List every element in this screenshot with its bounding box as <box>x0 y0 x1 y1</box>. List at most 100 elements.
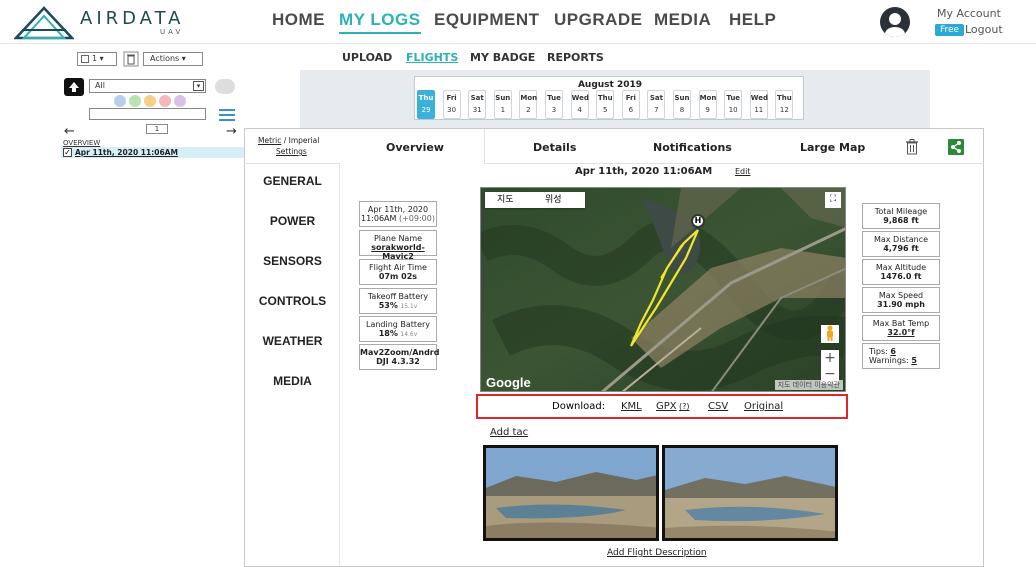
search-input[interactable] <box>89 108 206 120</box>
airdata-logo-icon[interactable] <box>14 6 74 40</box>
menu-general[interactable]: GENERAL <box>245 174 340 188</box>
actions-dropdown[interactable]: Actions ▾ <box>143 52 203 66</box>
filter-value: All <box>95 81 105 90</box>
flight-item-label: Apr 11th, 2020 11:06AM <box>75 148 178 157</box>
home-marker-icon[interactable]: H <box>691 214 705 228</box>
subnav-reports[interactable]: REPORTS <box>547 51 604 64</box>
calendar-day[interactable]: Sun 8 <box>673 90 691 119</box>
max-distance-label: Max Distance <box>873 235 929 244</box>
subnav-my-badge[interactable]: MY BADGE <box>470 51 535 64</box>
color-filter-dot[interactable] <box>129 95 141 107</box>
units-toggle[interactable]: Metric / Imperial <box>258 136 319 145</box>
overview-link[interactable]: OVERVIEW <box>63 139 100 147</box>
calendar-day-name: Sat <box>649 94 663 102</box>
trash-icon[interactable] <box>123 51 139 67</box>
calendar-day-name: Mon <box>520 94 538 102</box>
add-flight-description-link[interactable]: Add Flight Description <box>607 548 707 558</box>
map-attribution[interactable]: 지도 데이터 이용약관 <box>774 380 843 390</box>
download-csv-link[interactable]: CSV <box>708 401 728 412</box>
calendar-day[interactable]: Sat 7 <box>647 90 666 119</box>
calendar-day[interactable]: Thu 5 <box>596 90 615 119</box>
prev-arrow-icon[interactable]: ← <box>64 124 75 139</box>
calendar-day-number: 12 <box>779 106 789 114</box>
chevron-down-icon: ▾ <box>193 81 204 91</box>
color-filter-dot[interactable] <box>174 95 186 107</box>
calendar-day[interactable]: Tue 3 <box>545 90 563 119</box>
nav-media[interactable]: MEDIA <box>654 10 711 30</box>
my-account-link[interactable]: My Account <box>937 7 1001 20</box>
calendar-day[interactable]: Thu 29 <box>417 90 435 119</box>
logout-link[interactable]: Logout <box>965 23 1003 36</box>
calendar-day[interactable]: Mon 2 <box>519 90 538 119</box>
nav-home[interactable]: HOME <box>272 10 325 30</box>
edit-link[interactable]: Edit <box>735 167 751 176</box>
map-type-toggle[interactable]: 지도 위성 <box>485 192 585 208</box>
subnav-upload[interactable]: UPLOAD <box>342 51 392 64</box>
metric-link[interactable]: Metric <box>258 136 281 145</box>
filter-select[interactable]: All ▾ <box>89 79 206 93</box>
download-kml-link[interactable]: KML <box>621 401 642 412</box>
delete-trash-icon[interactable] <box>905 139 919 155</box>
nav-help[interactable]: HELP <box>729 10 776 30</box>
download-gpx-link[interactable]: GPX <box>656 401 677 412</box>
flight-list-item[interactable]: ✓ Apr 11th, 2020 11:06AM <box>61 147 244 158</box>
nav-equipment[interactable]: EQUIPMENT <box>434 10 540 30</box>
menu-icon[interactable] <box>219 108 235 122</box>
info-landing-battery: Landing Battery 18% 14.6v <box>359 316 437 342</box>
calendar-day[interactable]: Wed 4 <box>570 90 589 119</box>
tab-details[interactable]: Details <box>533 141 576 154</box>
info-plane-name: Plane Name sorakworld-Mavic2 <box>359 230 437 261</box>
settings-link[interactable]: Settings <box>276 147 307 156</box>
flight-map[interactable]: 지도 위성 ⛶ H + − Google 지도 데이터 이용약관 <box>480 187 846 392</box>
calendar-day[interactable]: Tue 10 <box>724 90 743 119</box>
media-photo-1[interactable] <box>483 445 659 541</box>
next-arrow-icon[interactable]: → <box>226 124 237 139</box>
add-tag-link[interactable]: Add tac <box>490 427 528 438</box>
max-bat-temp-link[interactable]: 32.0°f <box>863 328 939 337</box>
user-avatar-icon[interactable] <box>880 7 910 37</box>
share-icon[interactable] <box>948 139 964 155</box>
warnings-link[interactable]: 5 <box>911 356 917 365</box>
tips-link[interactable]: 6 <box>890 347 896 356</box>
download-original-link[interactable]: Original <box>744 401 783 412</box>
nav-upgrade[interactable]: UPGRADE <box>554 10 643 30</box>
info-max-altitude: Max Altitude 1476.0 ft <box>862 259 940 285</box>
gpx-help-link[interactable]: (?) <box>679 402 690 411</box>
menu-media[interactable]: MEDIA <box>245 374 340 388</box>
menu-sensors[interactable]: SENSORS <box>245 254 340 268</box>
nav-my-logs[interactable]: MY LOGS <box>339 10 421 34</box>
calendar-day[interactable]: Mon 9 <box>698 90 717 119</box>
fullscreen-icon[interactable]: ⛶ <box>825 192 841 208</box>
map-type-satellite[interactable]: 위성 <box>545 192 562 208</box>
media-photo-2[interactable] <box>662 445 838 541</box>
tab-overview[interactable]: Overview <box>386 141 444 154</box>
color-filter-dot[interactable] <box>144 95 156 107</box>
upload-cloud-icon[interactable] <box>64 78 84 96</box>
satellite-map-image <box>481 188 845 391</box>
logo-text[interactable]: AIRDATA <box>80 8 185 29</box>
menu-power[interactable]: POWER <box>245 214 340 228</box>
info-date-label: Apr 11th, 2020 <box>367 205 429 214</box>
calendar-day[interactable]: Wed 11 <box>749 90 768 119</box>
color-filter-dot[interactable] <box>114 95 126 107</box>
tab-large-map[interactable]: Large Map <box>800 141 865 154</box>
map-type-map[interactable]: 지도 <box>497 192 514 208</box>
info-plane-label: Plane Name <box>373 234 423 243</box>
cloud-toggle-icon[interactable] <box>215 79 235 94</box>
select-all-checkbox[interactable] <box>81 55 89 63</box>
calendar-day[interactable]: Thu 12 <box>775 90 794 119</box>
menu-weather[interactable]: WEATHER <box>245 334 340 348</box>
flight-checkbox[interactable]: ✓ <box>63 148 72 157</box>
calendar-day[interactable]: Sun 1 <box>493 90 512 119</box>
calendar-day[interactable]: Fri 6 <box>621 90 640 119</box>
tab-notifications[interactable]: Notifications <box>653 141 732 154</box>
pegman-icon[interactable] <box>821 325 839 343</box>
color-filter-dot[interactable] <box>159 95 171 107</box>
zoom-in-button[interactable]: + <box>821 350 839 366</box>
calendar-day[interactable]: Fri 30 <box>442 90 461 119</box>
calendar-day[interactable]: Sat 31 <box>468 90 487 119</box>
select-all-dropdown[interactable]: 1 ▾ <box>77 52 117 66</box>
subnav-flights[interactable]: FLIGHTS <box>406 51 458 64</box>
menu-controls[interactable]: CONTROLS <box>245 294 340 308</box>
imperial-link[interactable]: Imperial <box>289 136 320 145</box>
